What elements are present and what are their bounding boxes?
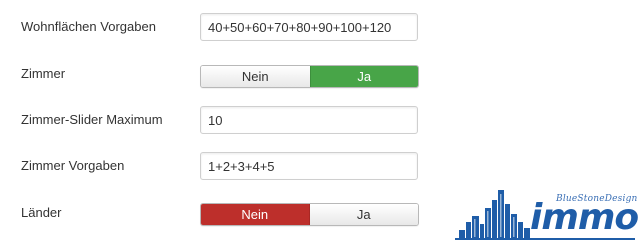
laender-label: Länder — [21, 205, 62, 220]
wohnflaechen-label: Wohnflächen Vorgaben — [21, 19, 156, 34]
logo-wordmark: immo — [530, 197, 639, 238]
laender-toggle: Nein Ja — [200, 203, 419, 226]
settings-form: Wohnflächen Vorgaben Zimmer Nein Ja Zimm… — [0, 0, 640, 240]
zimmer-ja-button[interactable]: Ja — [309, 66, 418, 87]
zimmer-nein-button[interactable]: Nein — [201, 66, 310, 87]
laender-ja-button[interactable]: Ja — [309, 204, 418, 225]
zimmer-vorgaben-input[interactable] — [200, 152, 418, 180]
zimmer-label: Zimmer — [21, 66, 66, 81]
zimmer-toggle: Nein Ja — [200, 65, 419, 88]
zimmer-vorgaben-label: Zimmer Vorgaben — [21, 158, 125, 173]
wohnflaechen-input[interactable] — [200, 13, 418, 41]
zimmer-slider-max-input[interactable] — [200, 106, 418, 134]
zimmer-slider-max-label: Zimmer-Slider Maximum — [21, 112, 163, 127]
laender-nein-button[interactable]: Nein — [201, 204, 310, 225]
